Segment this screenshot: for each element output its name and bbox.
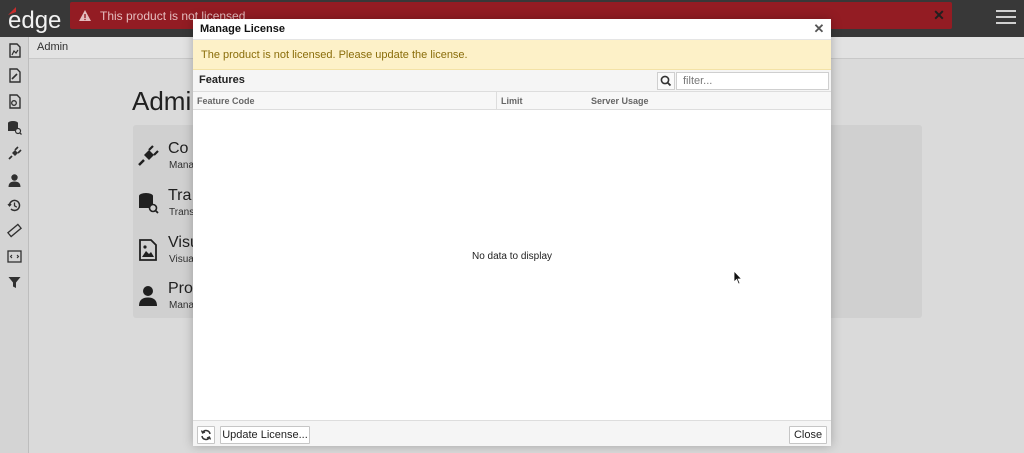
dialog-title: Manage License — [200, 23, 285, 35]
close-icon[interactable]: ✕ — [813, 22, 825, 36]
manage-license-dialog: Manage License ✕ The product is not lice… — [193, 19, 831, 446]
features-heading: Features — [199, 74, 245, 86]
update-license-button[interactable]: Update License... — [220, 426, 310, 444]
features-grid-body: No data to display — [193, 110, 831, 420]
mouse-cursor-icon — [733, 270, 743, 285]
features-grid-header: Feature Code Limit Server Usage — [193, 92, 831, 110]
filter-input[interactable] — [676, 72, 829, 90]
column-server-usage[interactable]: Server Usage — [587, 92, 737, 110]
refresh-button[interactable] — [197, 426, 215, 444]
close-button[interactable]: Close — [789, 426, 827, 444]
license-alert: The product is not licensed. Please upda… — [193, 40, 831, 70]
alert-text: The product is not licensed. Please upda… — [201, 49, 468, 61]
search-icon[interactable] — [657, 72, 675, 90]
features-toolbar: Features — [193, 70, 831, 92]
refresh-icon — [200, 429, 212, 441]
dialog-header: Manage License ✕ — [193, 19, 831, 40]
column-limit[interactable]: Limit — [497, 92, 587, 110]
dialog-footer: Update License... Close — [193, 420, 831, 446]
empty-message: No data to display — [471, 251, 553, 262]
column-feature-code[interactable]: Feature Code — [193, 92, 497, 110]
